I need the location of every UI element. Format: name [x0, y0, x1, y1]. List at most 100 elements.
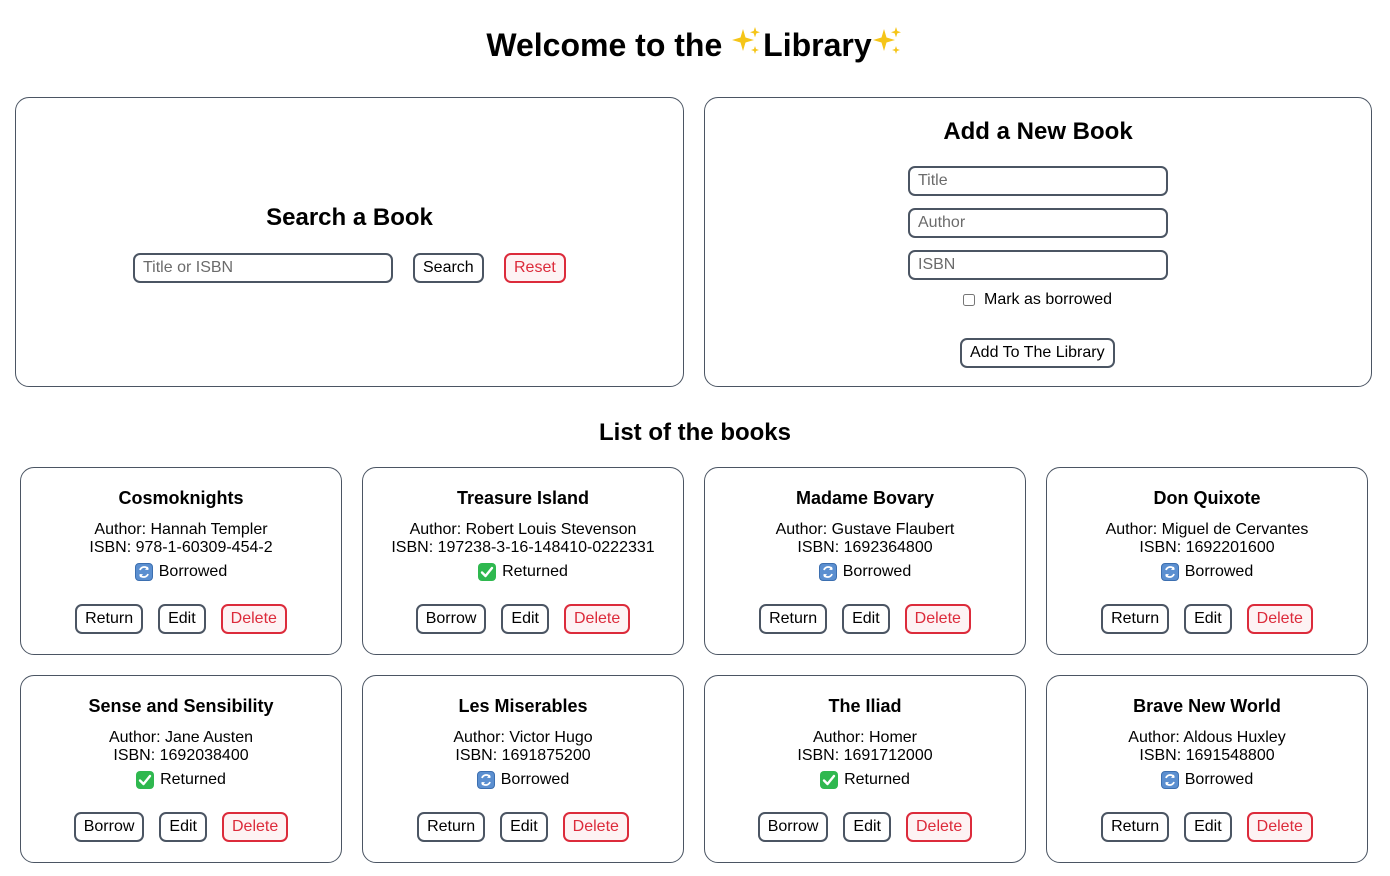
book-status: Borrowed: [1047, 771, 1367, 789]
book-actions: Return Edit Delete: [363, 812, 683, 842]
borrow-button[interactable]: Borrow: [415, 604, 487, 634]
book-actions: Return Edit Delete: [1047, 812, 1367, 842]
search-input[interactable]: [133, 253, 393, 283]
book-card: Sense and Sensibility Author: Jane Auste…: [20, 675, 342, 863]
book-list-heading: List of the books: [599, 419, 791, 446]
book-isbn: ISBN: 1691548800: [1139, 747, 1275, 764]
borrow-button[interactable]: Borrow: [73, 812, 145, 842]
isbn-input[interactable]: [908, 250, 1168, 280]
title-input[interactable]: [908, 166, 1168, 196]
edit-button[interactable]: Edit: [843, 812, 891, 842]
book-author: Author: Homer: [812, 729, 918, 746]
book-title: Les Miserables: [458, 696, 588, 716]
book-status: Borrowed: [21, 563, 341, 581]
book-actions: Borrow Edit Delete: [21, 812, 341, 842]
book-status: Returned: [705, 771, 1025, 789]
book-status-text: Returned: [844, 771, 910, 788]
book-status: Borrowed: [1047, 563, 1367, 581]
book-status-text: Borrowed: [158, 563, 228, 580]
return-button[interactable]: Return: [75, 604, 144, 634]
book-actions: Return Edit Delete: [1047, 604, 1367, 634]
book-title: Sense and Sensibility: [88, 696, 274, 716]
borrowed-checkbox[interactable]: [963, 294, 975, 306]
check-mark-icon: [478, 563, 497, 581]
edit-button[interactable]: Edit: [500, 812, 548, 842]
book-status: Returned: [21, 771, 341, 789]
book-actions: Return Edit Delete: [21, 604, 341, 634]
book-title: The Iliad: [828, 696, 902, 716]
book-status-text: Borrowed: [500, 771, 570, 788]
check-mark-icon: [136, 771, 155, 789]
book-title: Treasure Island: [456, 488, 590, 508]
book-card: Don Quixote Author: Miguel de Cervantes …: [1046, 467, 1368, 655]
search-button[interactable]: Search: [413, 253, 484, 283]
author-input[interactable]: [908, 208, 1168, 238]
return-button[interactable]: Return: [1101, 604, 1170, 634]
book-status: Borrowed: [363, 771, 683, 789]
page-title-word: Library: [763, 27, 872, 63]
book-title: Madame Bovary: [795, 488, 935, 508]
delete-button[interactable]: Delete: [906, 812, 973, 842]
book-status: Borrowed: [705, 563, 1025, 581]
sparkles-icon: [872, 26, 904, 66]
add-to-library-button[interactable]: Add To The Library: [960, 338, 1115, 368]
delete-button[interactable]: Delete: [564, 604, 631, 634]
book-status: Returned: [363, 563, 683, 581]
book-isbn: ISBN: 1692038400: [113, 747, 249, 764]
book-author: Author: Aldous Huxley: [1128, 729, 1286, 746]
edit-button[interactable]: Edit: [158, 604, 206, 634]
book-isbn: ISBN: 1692364800: [797, 539, 933, 556]
book-card: Treasure Island Author: Robert Louis Ste…: [362, 467, 684, 655]
edit-button[interactable]: Edit: [159, 812, 207, 842]
delete-button[interactable]: Delete: [220, 604, 287, 634]
book-actions: Return Edit Delete: [705, 604, 1025, 634]
add-book-panel: Add a New Book Mark as borrowed Add To T…: [704, 97, 1372, 387]
return-button[interactable]: Return: [1101, 812, 1170, 842]
reset-button[interactable]: Reset: [504, 253, 566, 283]
counterclockwise-arrows-icon: [1160, 771, 1179, 789]
return-button[interactable]: Return: [759, 604, 828, 634]
book-author: Author: Hannah Templer: [94, 521, 268, 538]
delete-button[interactable]: Delete: [1246, 812, 1313, 842]
edit-button[interactable]: Edit: [1184, 604, 1232, 634]
borrowed-checkbox-row[interactable]: Mark as borrowed: [963, 291, 1112, 309]
edit-button[interactable]: Edit: [501, 604, 549, 634]
book-title: Don Quixote: [1153, 488, 1261, 508]
delete-button[interactable]: Delete: [904, 604, 971, 634]
page-title-text: Welcome to the: [486, 27, 732, 63]
book-author: Author: Jane Austen: [108, 729, 254, 746]
book-author: Author: Gustave Flaubert: [775, 521, 955, 538]
add-book-heading: Add a New Book: [943, 118, 1133, 145]
book-isbn: ISBN: 1691875200: [455, 747, 591, 764]
counterclockwise-arrows-icon: [134, 563, 153, 581]
edit-button[interactable]: Edit: [1184, 812, 1232, 842]
book-status-text: Returned: [160, 771, 226, 788]
return-button[interactable]: Return: [417, 812, 486, 842]
book-author: Author: Victor Hugo: [453, 729, 593, 746]
book-status-text: Borrowed: [842, 563, 912, 580]
book-actions: Borrow Edit Delete: [363, 604, 683, 634]
delete-button[interactable]: Delete: [562, 812, 629, 842]
delete-button[interactable]: Delete: [222, 812, 289, 842]
book-title: Brave New World: [1133, 696, 1281, 716]
search-heading: Search a Book: [266, 204, 433, 231]
delete-button[interactable]: Delete: [1246, 604, 1313, 634]
book-title: Cosmoknights: [118, 488, 244, 508]
book-card: Madame Bovary Author: Gustave Flaubert I…: [704, 467, 1026, 655]
counterclockwise-arrows-icon: [476, 771, 495, 789]
borrow-button[interactable]: Borrow: [757, 812, 829, 842]
book-status-text: Returned: [502, 563, 568, 580]
sparkles-icon: [731, 26, 763, 66]
book-card: Les Miserables Author: Victor Hugo ISBN:…: [362, 675, 684, 863]
search-panel: Search a Book Search Reset: [15, 97, 684, 387]
book-card: Cosmoknights Author: Hannah Templer ISBN…: [20, 467, 342, 655]
book-isbn: ISBN: 1692201600: [1139, 539, 1275, 556]
book-card: Brave New World Author: Aldous Huxley IS…: [1046, 675, 1368, 863]
book-isbn: ISBN: 1691712000: [797, 747, 933, 764]
book-status-text: Borrowed: [1184, 771, 1254, 788]
counterclockwise-arrows-icon: [818, 563, 837, 581]
page-title: Welcome to the Library: [0, 26, 1390, 66]
borrowed-checkbox-label: Mark as borrowed: [984, 291, 1113, 308]
book-status-text: Borrowed: [1184, 563, 1254, 580]
edit-button[interactable]: Edit: [842, 604, 890, 634]
